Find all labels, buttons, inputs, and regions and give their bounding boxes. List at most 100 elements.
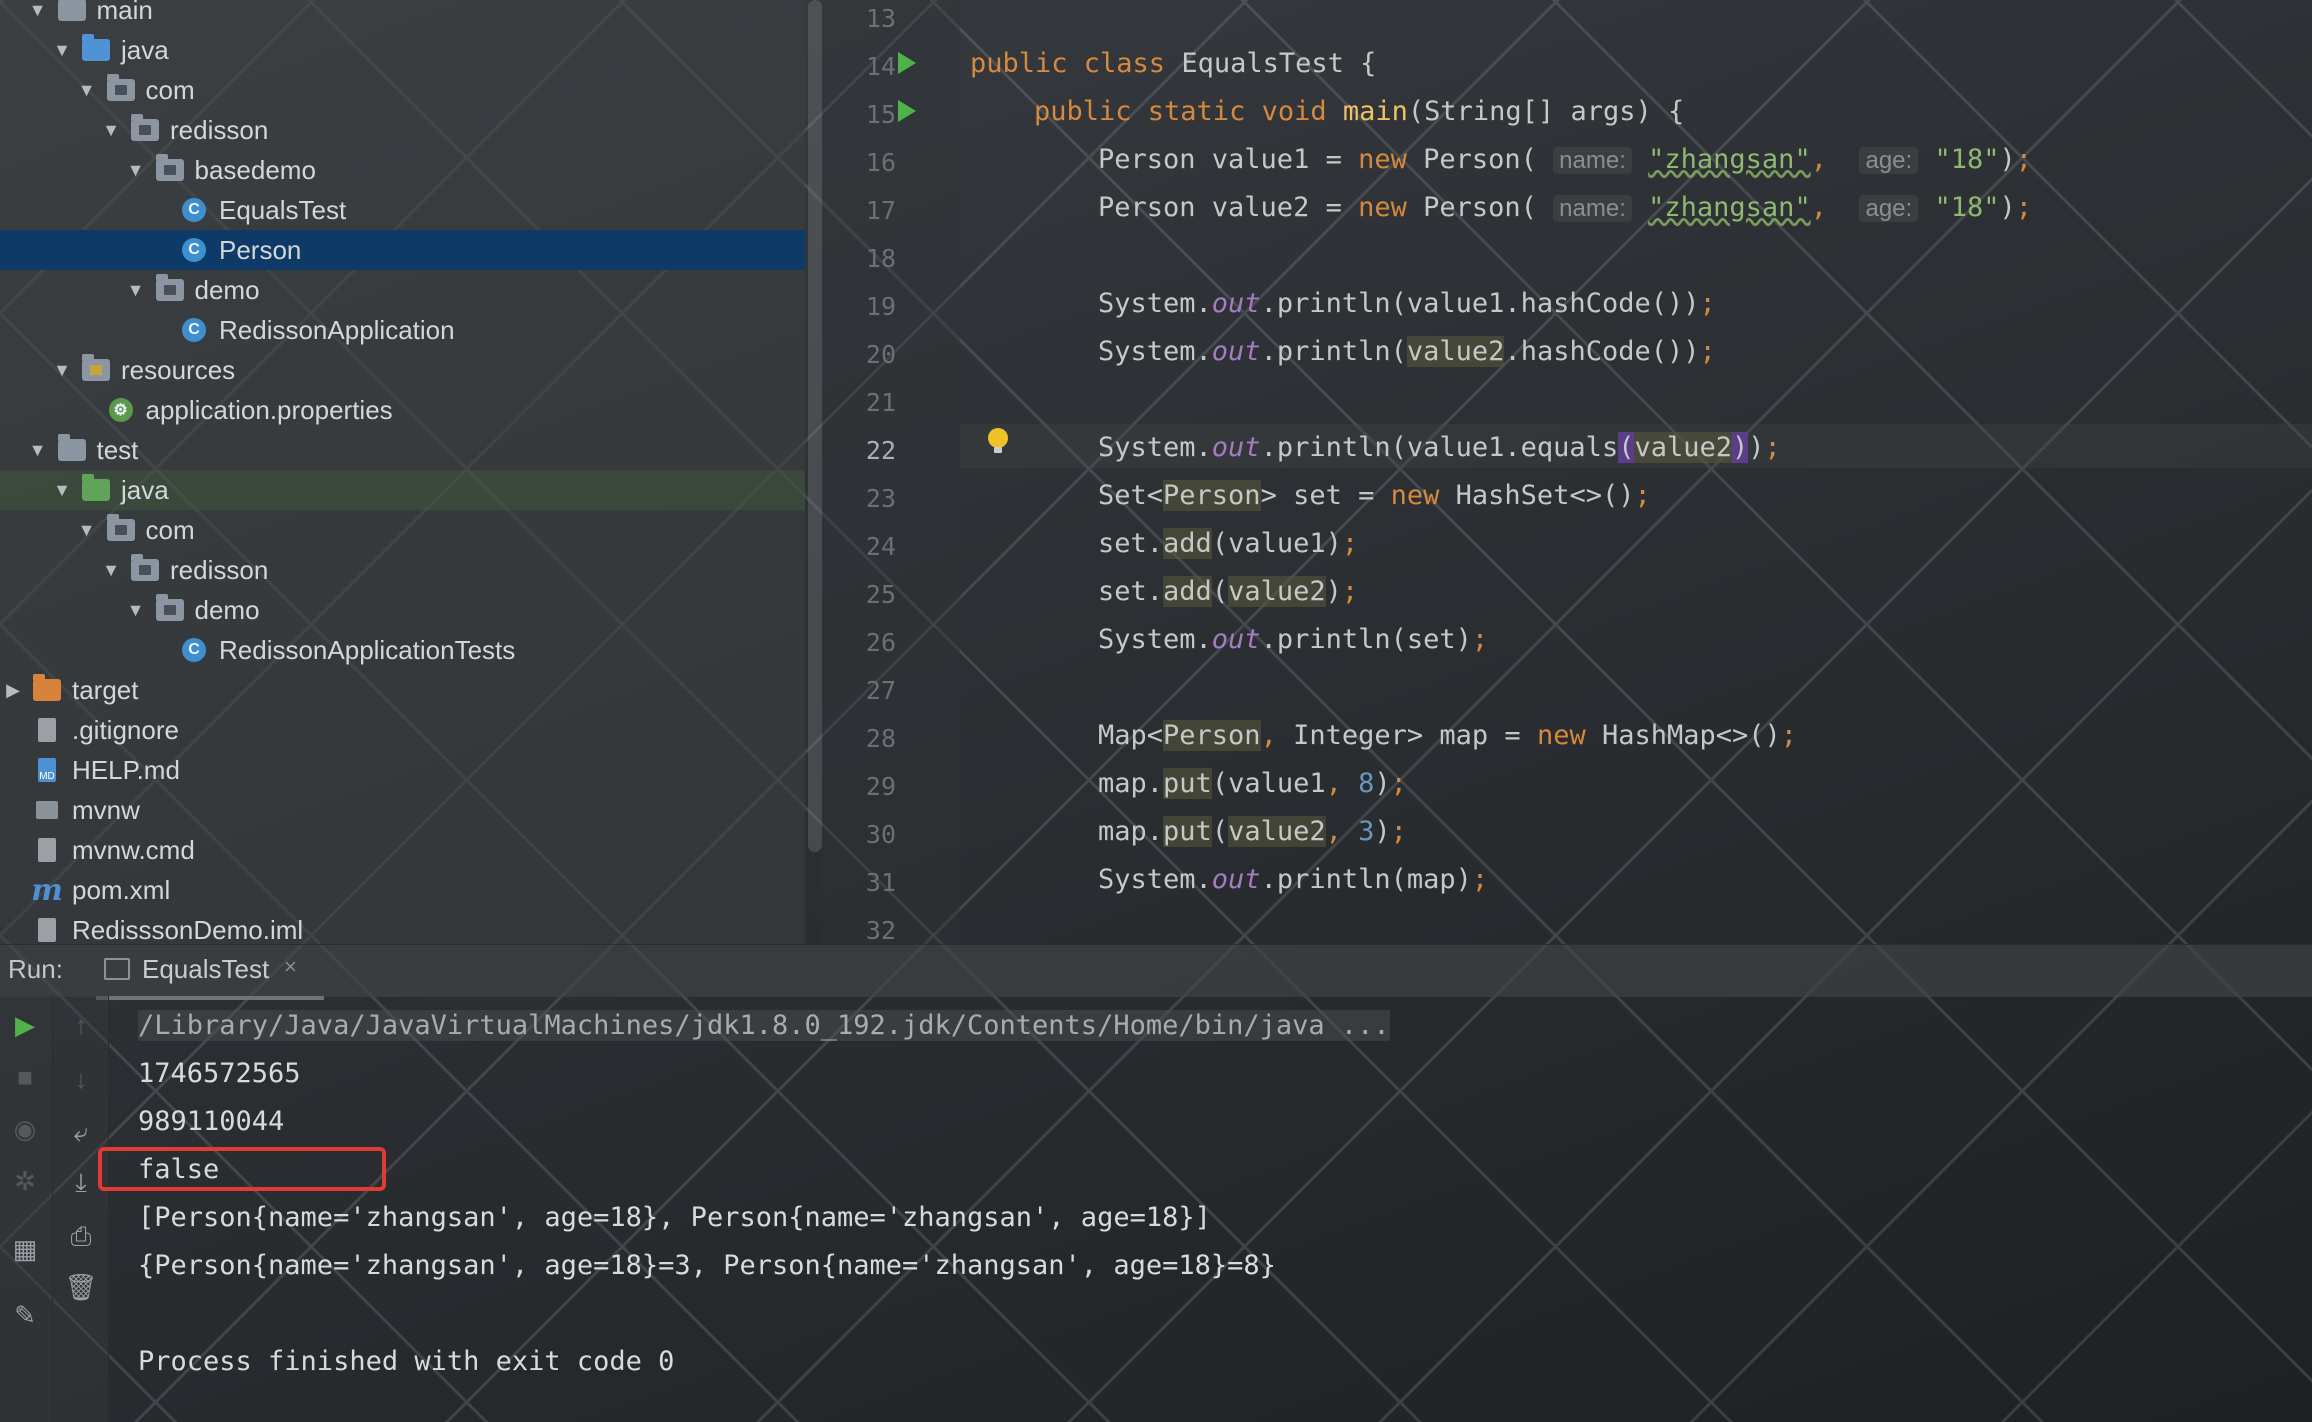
tree-item-pom-xml[interactable]: m pom.xml <box>0 870 805 910</box>
expanded-arrow-icon[interactable]: ▼ <box>100 559 122 581</box>
print-icon[interactable]: ⎙ <box>66 1221 96 1252</box>
console-icon <box>104 958 130 980</box>
scroll-to-end-icon[interactable]: ⤓ <box>66 1167 96 1198</box>
lightbulb-icon[interactable] <box>988 428 1008 453</box>
line-number: 31 <box>865 868 896 897</box>
expanded-arrow-icon[interactable]: ▼ <box>125 159 147 181</box>
tree-item-application-properties[interactable]: ⚙ application.properties <box>0 390 805 430</box>
run-tool-window-header <box>0 944 2312 997</box>
run-label: Run: <box>8 954 63 984</box>
line-number: 13 <box>865 4 896 33</box>
tree-item-help-md[interactable]: MD HELP.md <box>0 750 805 790</box>
run-tab-label[interactable]: EqualsTest <box>142 954 269 985</box>
tree-item-redissonapplication[interactable]: C RedissonApplication <box>0 310 805 350</box>
tree-item-label: demo <box>194 274 260 305</box>
tree-item-label: mvnw <box>72 794 140 825</box>
scroll-up-icon[interactable]: ↑ <box>66 1010 96 1040</box>
expanded-arrow-icon[interactable]: ▼ <box>27 439 49 461</box>
line-number: 32 <box>865 916 896 945</box>
run-class-icon[interactable] <box>898 52 916 74</box>
expanded-arrow-icon[interactable]: ▼ <box>51 359 73 381</box>
tree-item-redisson[interactable]: ▼ redisson <box>0 110 805 150</box>
expanded-arrow-icon[interactable]: ▼ <box>76 519 98 541</box>
tree-item-equalstest[interactable]: C EqualsTest <box>0 190 805 230</box>
console-output-map: {Person{name='zhangsan', age=18}=3, Pers… <box>138 1250 1276 1281</box>
code-line-16: Person value1 = new Person( name: "zhang… <box>1098 144 2033 175</box>
project-tree-panel: ▼ main ▼ java ▼ com ▼ redisson ▼ basedemo C EqualsT… <box>0 0 805 944</box>
test-folder-icon <box>81 474 111 503</box>
tree-item-basedemo[interactable]: ▼ basedemo <box>0 150 805 190</box>
run-toolbar-primary <box>0 996 53 1422</box>
line-number: 22 <box>865 436 896 465</box>
tree-item-demo[interactable]: ▼ demo <box>0 590 805 630</box>
file-icon <box>32 917 62 943</box>
tree-item-demo[interactable]: ▼ demo <box>0 270 805 310</box>
package-icon <box>106 514 136 543</box>
run-toolbar-secondary <box>53 996 109 1422</box>
package-icon <box>106 74 136 103</box>
tree-item-resources[interactable]: ▼ resources <box>0 350 805 390</box>
package-icon <box>155 274 185 303</box>
tree-item-redisssondemo-iml[interactable]: RedisssonDemo.iml <box>0 910 805 944</box>
tree-item-label: .gitignore <box>72 714 179 745</box>
expanded-arrow-icon[interactable]: ▼ <box>27 0 49 21</box>
line-number: 29 <box>865 772 896 801</box>
camera-icon[interactable]: ◉ <box>10 1114 40 1144</box>
trash-icon[interactable]: 🗑 <box>65 1272 98 1302</box>
code-line-19: System.out.println(value1.hashCode()); <box>1098 288 1716 319</box>
collapsed-arrow-icon[interactable]: ▶ <box>2 679 24 701</box>
code-line-26: System.out.println(set); <box>1098 624 1489 655</box>
tree-item-label: RedissonApplication <box>219 314 455 345</box>
run-main-icon[interactable] <box>898 100 916 122</box>
tree-item-label: Person <box>219 234 302 265</box>
tree-item-label: target <box>72 674 139 705</box>
tree-item-com[interactable]: ▼ com <box>0 510 805 550</box>
tree-item-java[interactable]: ▼ java <box>0 470 805 510</box>
tree-item-java[interactable]: ▼ java <box>0 30 805 70</box>
console-command-line: /Library/Java/JavaVirtualMachines/jdk1.8… <box>138 1010 1390 1041</box>
tree-item-label: pom.xml <box>72 874 171 905</box>
rerun-icon[interactable]: ▶ <box>10 1010 40 1040</box>
tree-item-person[interactable]: C Person <box>0 230 805 270</box>
expanded-arrow-icon[interactable]: ▼ <box>51 479 73 501</box>
tree-item-com[interactable]: ▼ com <box>0 70 805 110</box>
tree-item-gitignore[interactable]: .gitignore <box>0 710 805 750</box>
folder-icon <box>57 0 87 23</box>
tree-item-mvnw-cmd[interactable]: mvnw.cmd <box>0 830 805 870</box>
code-line-24: set.add(value1); <box>1098 528 1359 559</box>
code-line-25: set.add(value2); <box>1098 576 1359 607</box>
tree-item-redissonapplicationtests[interactable]: C RedissonApplicationTests <box>0 630 805 670</box>
tree-item-mvnw[interactable]: mvnw <box>0 790 805 830</box>
source-folder-icon <box>81 34 111 63</box>
code-line-14: public class EqualsTest { <box>970 48 1377 79</box>
tree-item-test[interactable]: ▼ test <box>0 430 805 470</box>
line-number: 16 <box>865 148 896 177</box>
java-class-icon: C <box>179 317 209 343</box>
console-output-set: [Person{name='zhangsan', age=18}, Person… <box>138 1202 1211 1233</box>
expanded-arrow-icon[interactable]: ▼ <box>51 39 73 61</box>
line-number: 21 <box>865 388 896 417</box>
pin-icon[interactable]: ✎ <box>10 1300 40 1330</box>
tree-item-redisson[interactable]: ▼ redisson <box>0 550 805 590</box>
expanded-arrow-icon[interactable]: ▼ <box>125 599 147 621</box>
close-tab-icon[interactable]: × <box>284 954 297 980</box>
expanded-arrow-icon[interactable]: ▼ <box>125 279 147 301</box>
expanded-arrow-icon[interactable]: ▼ <box>100 119 122 141</box>
code-editor[interactable] <box>960 0 2312 944</box>
tree-item-target[interactable]: ▶ target <box>0 670 805 710</box>
scroll-down-icon[interactable]: ↓ <box>66 1064 96 1094</box>
file-icon <box>32 837 62 863</box>
settings-icon[interactable]: ✲ <box>10 1166 40 1196</box>
project-tree-scrollbar[interactable] <box>808 0 822 852</box>
layout-icon[interactable]: ▦ <box>10 1234 40 1264</box>
code-line-15: public static void main(String[] args) { <box>1034 96 1685 127</box>
java-class-icon: C <box>179 237 209 263</box>
resources-folder-icon <box>81 354 111 383</box>
expanded-arrow-icon[interactable]: ▼ <box>76 79 98 101</box>
soft-wrap-icon[interactable]: ⤶ <box>66 1117 96 1148</box>
stop-icon[interactable]: ■ <box>10 1062 40 1092</box>
code-line-23: Set<Person> set = new HashSet<>(); <box>1098 480 1651 511</box>
package-icon <box>130 554 160 583</box>
editor-gutter <box>822 0 960 944</box>
tree-item-main[interactable]: ▼ main <box>0 0 805 30</box>
